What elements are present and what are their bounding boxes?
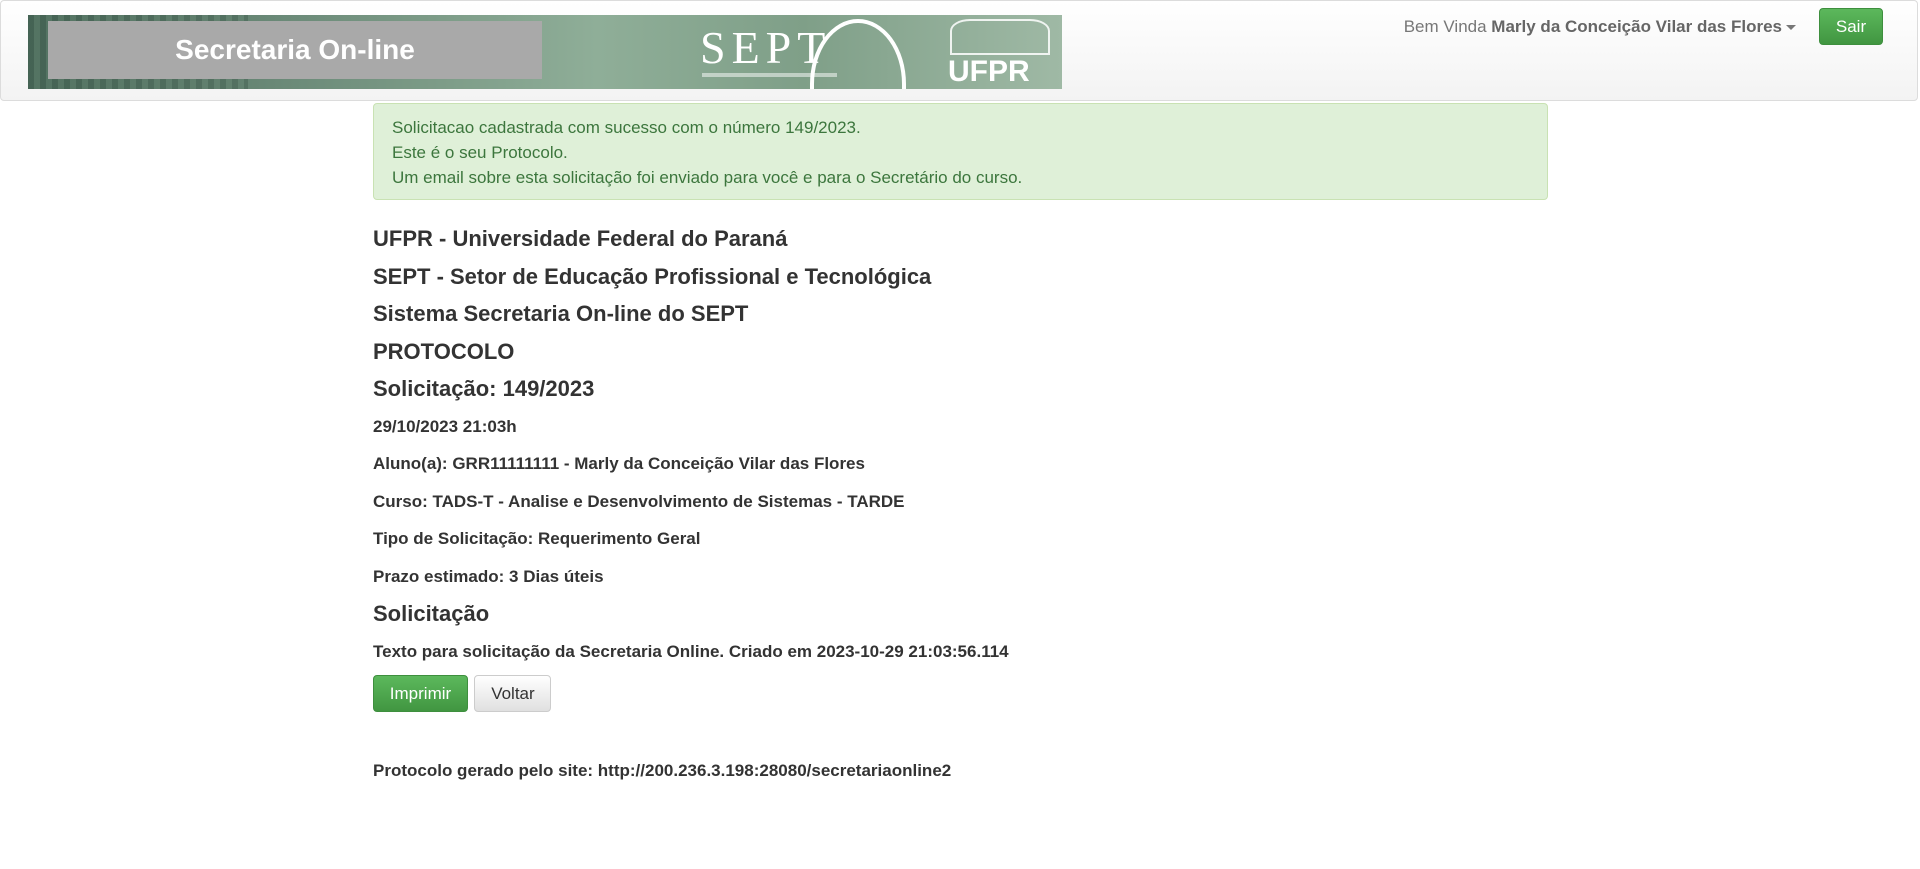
alert-line-3: Um email sobre esta solicitação foi envi… <box>392 168 1023 187</box>
request-heading: Solicitação <box>373 601 490 626</box>
success-alert: Solicitacao cadastrada com sucesso com o… <box>373 103 1548 200</box>
protocol-content: UFPR - Universidade Federal do Paraná SE… <box>373 220 1548 790</box>
action-buttons: Imprimir Voltar <box>373 670 1548 731</box>
student-info: Aluno(a): GRR11111111 - Marly da Conceiç… <box>373 454 865 473</box>
alert-line-2: Este é o seu Protocolo. <box>392 143 568 162</box>
alert-line-1: Solicitacao cadastrada com sucesso com o… <box>392 118 861 137</box>
logout-button[interactable]: Sair <box>1819 8 1883 45</box>
estimated-deadline: Prazo estimado: 3 Dias úteis <box>373 566 604 586</box>
ufpr-logo: UFPR <box>948 55 1030 88</box>
generated-by-text: Protocolo gerado pelo site: http://200.2… <box>373 761 952 780</box>
university-heading: UFPR - Universidade Federal do Paraná <box>373 226 788 251</box>
request-text: Texto para solicitação da Secretaria Onl… <box>373 641 1009 661</box>
top-navbar: Secretaria On-line SEPT UFPR Bem Vinda M… <box>0 0 1918 101</box>
system-heading: Sistema Secretaria On-line do SEPT <box>373 301 749 326</box>
back-button[interactable]: Voltar <box>474 675 552 712</box>
user-name: Marly da Conceição Vilar das Flores <box>1491 17 1782 36</box>
greeting-text: Bem Vinda <box>1403 17 1487 36</box>
header-banner: Secretaria On-line SEPT UFPR <box>28 15 1062 89</box>
caret-down-icon <box>1786 25 1796 31</box>
ufpr-building-icon <box>950 19 1050 55</box>
course-info: Curso: TADS-T - Analise e Desenvolviment… <box>373 491 905 511</box>
print-button[interactable]: Imprimir <box>373 675 468 712</box>
banner-title: Secretaria On-line <box>48 21 542 79</box>
request-number: Solicitação: 149/2023 <box>373 376 595 401</box>
request-type: Tipo de Solicitação: Requerimento Geral <box>373 529 701 548</box>
request-datetime: 29/10/2023 21:03h <box>373 416 517 436</box>
user-menu-dropdown[interactable]: Bem Vinda Marly da Conceição Vilar das F… <box>1404 17 1796 37</box>
sector-heading: SEPT - Setor de Educação Profissional e … <box>373 263 932 289</box>
protocol-heading: PROTOCOLO <box>373 338 515 364</box>
